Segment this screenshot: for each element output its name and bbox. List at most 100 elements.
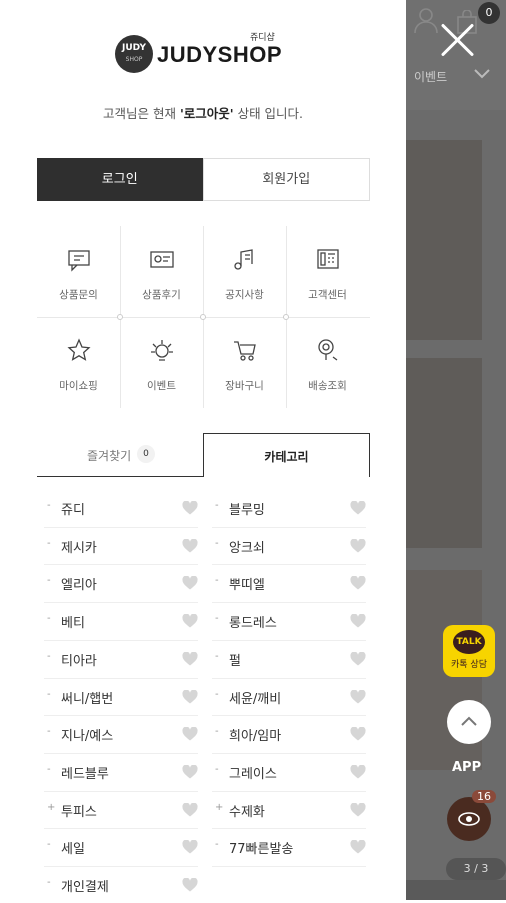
category-bullet: -	[47, 726, 51, 738]
category-item[interactable]: - 제시카	[44, 527, 198, 564]
heart-icon[interactable]	[350, 726, 366, 745]
divider	[212, 866, 366, 867]
heart-icon[interactable]	[182, 839, 198, 858]
heart-icon[interactable]	[182, 802, 198, 821]
menu-event[interactable]: 이벤트	[120, 317, 203, 408]
category-item[interactable]: - 그레이스	[212, 753, 366, 790]
category-item[interactable]: - 레드블루	[44, 753, 198, 790]
category-item[interactable]: - 희아/임마	[212, 715, 366, 752]
category-item[interactable]: + 투피스	[44, 791, 198, 828]
category-bullet: -	[47, 500, 51, 511]
category-item[interactable]: - 써니/햅번	[44, 678, 198, 715]
chevron-down-icon[interactable]	[474, 69, 490, 79]
heart-icon[interactable]	[182, 613, 198, 632]
heart-icon[interactable]	[350, 575, 366, 594]
category-label: 개인결제	[61, 880, 109, 895]
app-label[interactable]: APP	[452, 760, 481, 775]
recent-view-button[interactable]	[447, 797, 491, 841]
chevron-up-icon	[461, 716, 477, 726]
tab-favorites[interactable]: 즐겨찾기 0	[37, 433, 204, 477]
recent-view-count: 16	[472, 790, 496, 803]
category-item[interactable]: - 세일	[44, 828, 198, 865]
drawer-tabs: 즐겨찾기 0 카테고리	[37, 433, 370, 477]
menu-customer-center[interactable]: 고객센터	[286, 226, 369, 317]
login-status: 고객님은 현재 '로그아웃' 상태 입니다.	[102, 106, 304, 121]
event-icon	[151, 340, 173, 361]
category-bullet: -	[47, 763, 51, 775]
category-label: 뿌띠엘	[229, 578, 265, 594]
category-item[interactable]: - 앙크쇠	[212, 527, 366, 564]
category-label: 엘리아	[61, 578, 97, 594]
heart-icon[interactable]	[182, 764, 198, 783]
category-bullet: -	[47, 839, 51, 851]
menu-my-shopping[interactable]: 마이쇼핑	[37, 317, 120, 408]
category-label: 지나/예스	[61, 729, 114, 745]
category-item[interactable]: - 뿌띠엘	[212, 564, 366, 601]
heart-icon[interactable]	[182, 538, 198, 557]
join-button[interactable]: 회원가입	[202, 158, 370, 201]
heart-icon[interactable]	[350, 500, 366, 519]
heart-icon[interactable]	[350, 802, 366, 821]
category-bullet: +	[47, 801, 56, 813]
category-bullet: -	[215, 650, 219, 662]
tab-category[interactable]: 카테고리	[203, 433, 370, 477]
heart-icon[interactable]	[182, 500, 198, 519]
category-item[interactable]: - 베티	[44, 602, 198, 639]
favorites-count: 0	[137, 445, 155, 463]
kakao-talk-button[interactable]: TALK 카톡 상담	[443, 625, 495, 677]
menu-notice[interactable]: 공지사항	[203, 226, 286, 317]
logo[interactable]: JUDY SHOP 쥬디샵 JUDYSHOP	[115, 30, 295, 76]
category-item[interactable]: - 지나/예스	[44, 715, 198, 752]
category-item[interactable]: -77빠른발송	[212, 828, 366, 865]
close-drawer-button[interactable]	[436, 18, 480, 62]
category-bullet: -	[215, 575, 219, 587]
category-label: 롱드레스	[229, 616, 277, 632]
category-item[interactable]: - 엘리아	[44, 564, 198, 601]
heart-icon[interactable]	[182, 651, 198, 670]
review-icon	[150, 251, 174, 268]
menu-product-review[interactable]: 상품후기	[120, 226, 203, 317]
category-label: 희아/임마	[229, 729, 282, 745]
logo-text: JUDYSHOP	[157, 42, 283, 67]
category-bullet: -	[47, 575, 51, 587]
category-item[interactable]: - 티아라	[44, 640, 198, 677]
heart-icon[interactable]	[350, 538, 366, 557]
category-label: 티아라	[61, 653, 97, 669]
category-item[interactable]: - 쥬디	[44, 489, 198, 526]
category-item[interactable]: -펄	[212, 640, 366, 677]
category-label: 투피스	[61, 804, 97, 820]
category-item[interactable]: - 블루밍	[212, 489, 366, 526]
heart-icon[interactable]	[350, 689, 366, 708]
heart-icon[interactable]	[350, 764, 366, 783]
login-button[interactable]: 로그인	[37, 158, 203, 201]
scroll-top-button[interactable]	[447, 700, 491, 744]
category-bullet: -	[47, 650, 51, 662]
cart-icon	[234, 341, 256, 361]
heart-icon[interactable]	[350, 839, 366, 858]
heart-icon[interactable]	[182, 575, 198, 594]
category-label: 수제화	[229, 804, 265, 820]
side-drawer: JUDY SHOP 쥬디샵 JUDYSHOP 고객님은 현재 '로그아웃' 상태…	[0, 0, 406, 900]
cart-count-badge: 0	[478, 2, 500, 24]
notice-icon	[234, 249, 253, 270]
chat-icon	[68, 250, 90, 272]
heart-icon[interactable]	[350, 613, 366, 632]
menu-cart[interactable]: 장바구니	[203, 317, 286, 408]
heart-icon[interactable]	[182, 726, 198, 745]
category-label: 세일	[61, 842, 85, 858]
category-item[interactable]: + 수제화	[212, 791, 366, 828]
category-item[interactable]: - 롱드레스	[212, 602, 366, 639]
heart-icon[interactable]	[182, 877, 198, 896]
category-bullet: -	[47, 613, 51, 625]
category-label: 펄	[229, 653, 241, 669]
category-bullet: +	[215, 801, 224, 813]
heart-icon[interactable]	[350, 651, 366, 670]
category-label: 제시카	[61, 540, 97, 556]
category-item[interactable]: - 세윤/깨비	[212, 678, 366, 715]
nav-text[interactable]: 이벤트	[414, 68, 447, 85]
category-bullet: -	[215, 763, 219, 775]
menu-product-inquiry[interactable]: 상품문의	[37, 226, 120, 317]
menu-delivery[interactable]: 배송조회	[286, 317, 369, 408]
category-item[interactable]: - 개인결제	[44, 866, 198, 903]
heart-icon[interactable]	[182, 689, 198, 708]
